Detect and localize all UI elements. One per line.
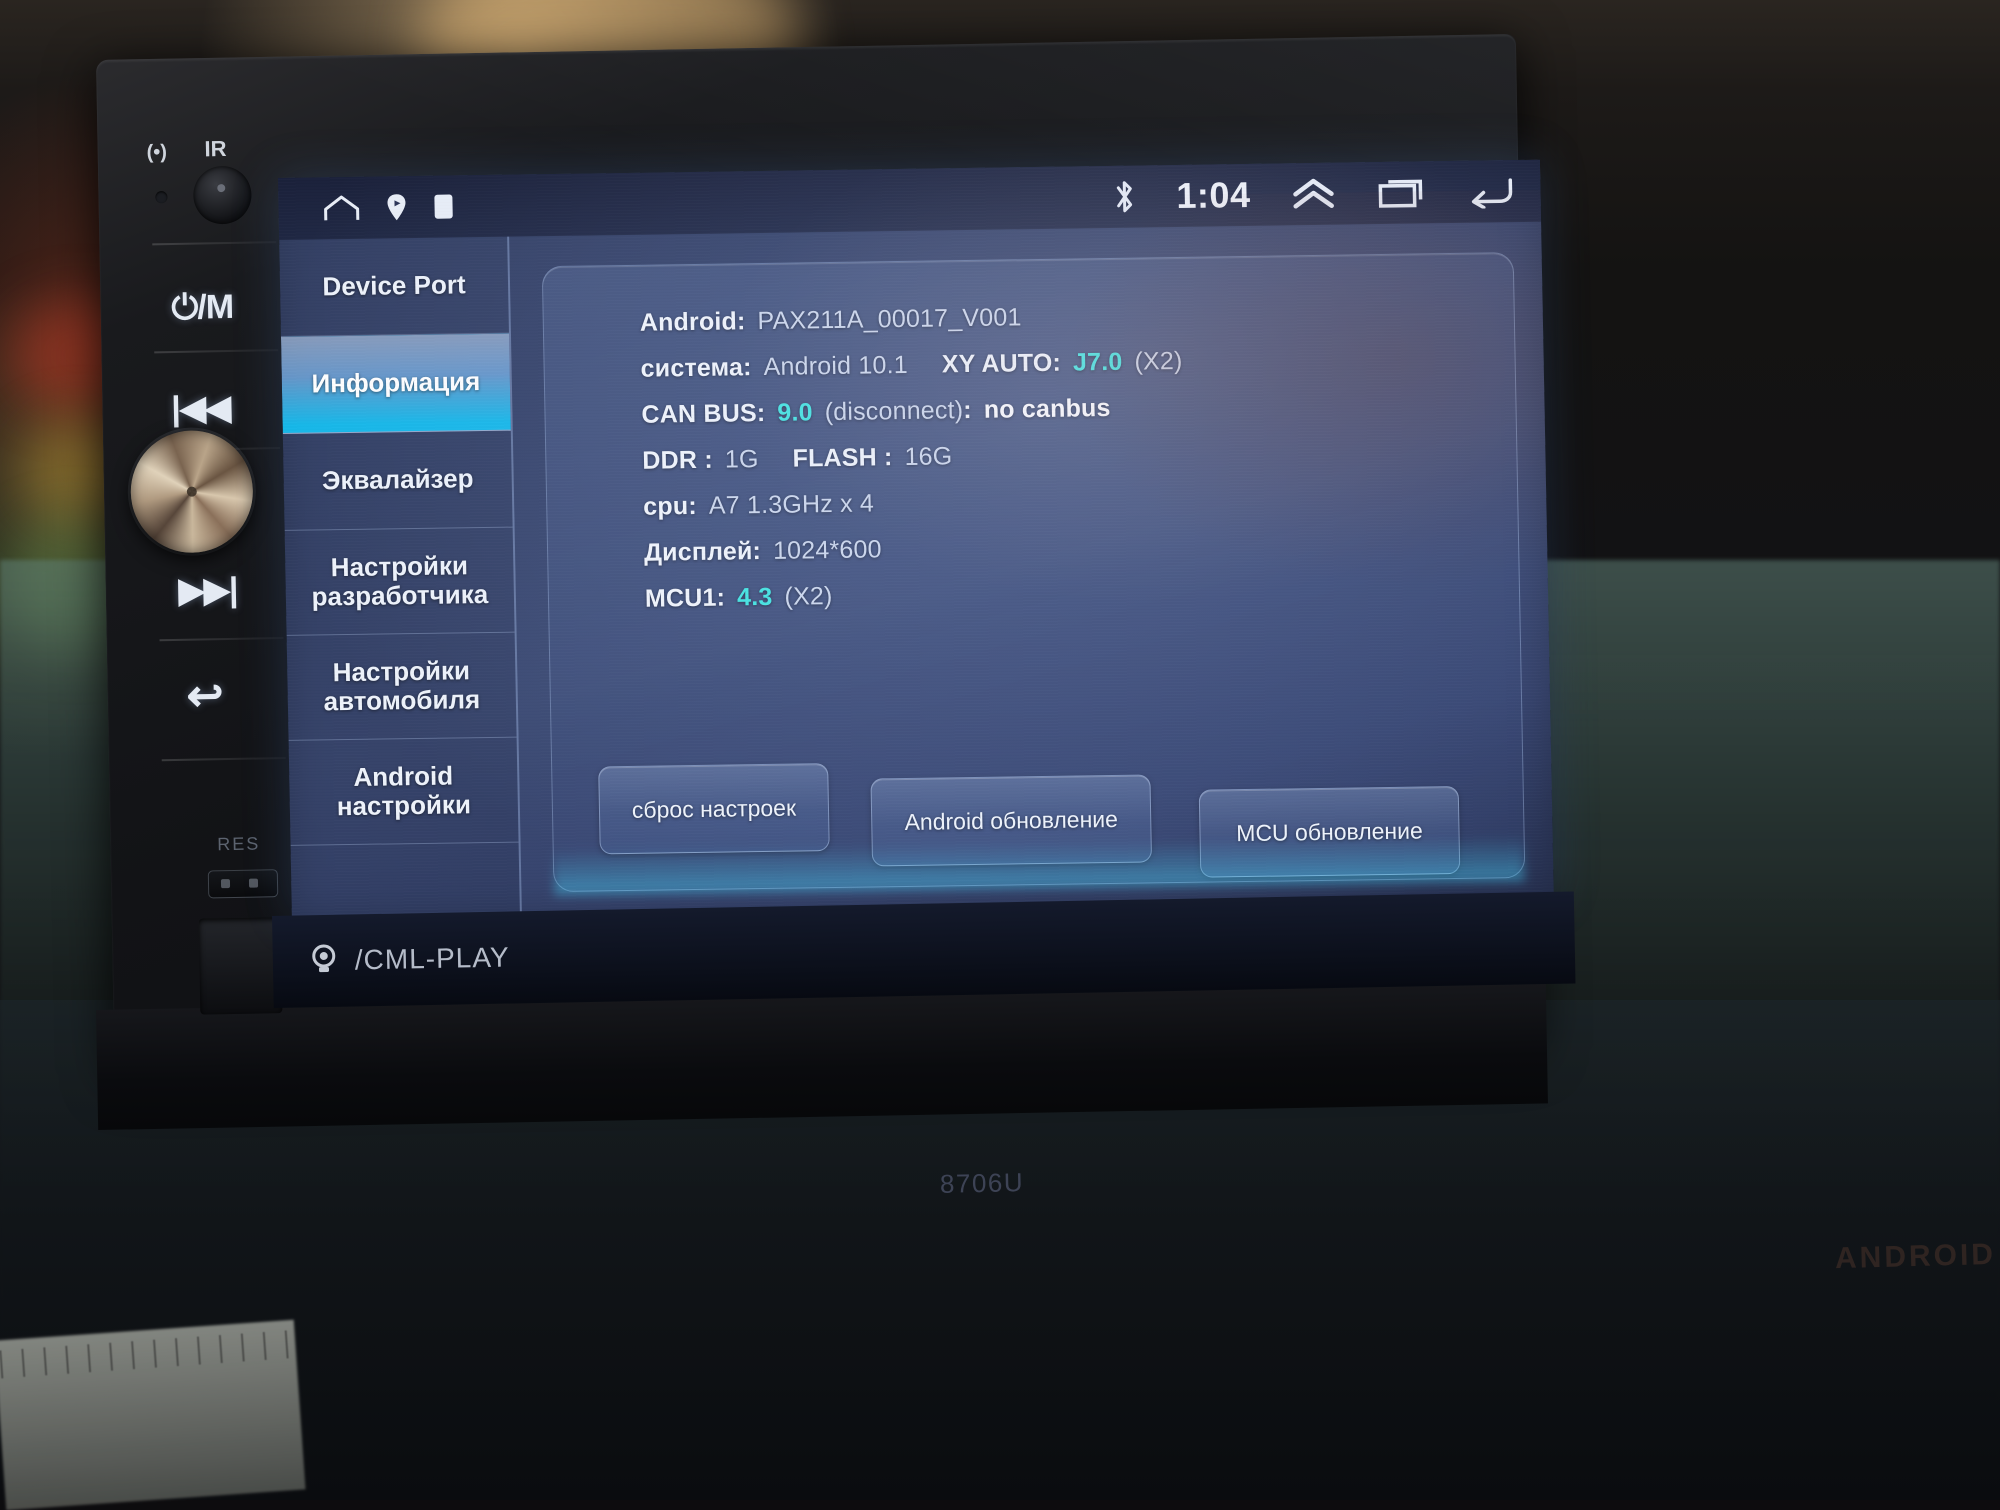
mcu-suffix: (X2)	[784, 581, 833, 611]
sidebar-item-label: Android настройки	[336, 760, 472, 822]
ir-receiver-icon	[192, 165, 252, 225]
next-track-button[interactable]: ▶▶|	[178, 570, 238, 611]
status-bar-clock: 1:04	[1176, 173, 1251, 216]
location-icon[interactable]	[386, 193, 407, 221]
sidebar-item-car-settings[interactable]: Настройки автомобиля	[286, 632, 517, 741]
android-brand-label: ANDROID	[1834, 1237, 1997, 1276]
sim-icon[interactable]	[432, 192, 455, 220]
reset-label: RES	[217, 833, 261, 855]
settings-sidebar: Device Port Информация Эквалайзер Настро…	[279, 236, 522, 918]
display-key: Дисплей:	[643, 536, 762, 567]
status-bar-left	[278, 191, 455, 224]
lcd-screen[interactable]: 1:04 Device Port Информация Эквалайзер Н…	[278, 159, 1554, 918]
back-icon[interactable]	[1466, 174, 1515, 209]
bezel-controls: (•) IR ⏻/M |◀◀ ▶▶| ↩ RES	[116, 117, 303, 1050]
bezel-divider	[161, 756, 286, 762]
mcu-key: MCU1:	[644, 583, 726, 613]
sidebar-item-developer-settings[interactable]: Настройки разработчика	[284, 527, 515, 636]
cpu-key: cpu:	[642, 491, 698, 521]
canbus-detail: no canbus	[983, 393, 1111, 424]
chevron-up-icon[interactable]	[1290, 177, 1337, 212]
sidebar-item-android-settings[interactable]: Android настройки	[288, 737, 519, 846]
information-pane: Android: PAX211A_00017_V001 система: And…	[509, 221, 1554, 915]
canbus-state: (disconnect)	[824, 395, 964, 426]
flash-key: FLASH :	[792, 442, 893, 473]
remote-led	[155, 191, 168, 204]
bezel-divider	[159, 637, 284, 642]
sidebar-item-label: Настройки автомобиля	[323, 655, 481, 717]
canbus-key: CAN BUS:	[641, 398, 766, 429]
android-value: PAX211A_00017_V001	[757, 302, 1022, 335]
recents-icon[interactable]	[1376, 175, 1427, 210]
information-list: Android: PAX211A_00017_V001 система: And…	[639, 287, 1499, 621]
sidebar-item-label: Настройки разработчика	[311, 550, 489, 612]
power-mode-button[interactable]: ⏻/M	[171, 288, 233, 328]
sidebar-item-equalizer[interactable]: Эквалайзер	[282, 430, 513, 531]
model-number-label: 8706U	[939, 1167, 1025, 1199]
xyauto-key: XY AUTO:	[941, 348, 1062, 378]
system-key: система:	[640, 352, 752, 383]
cpu-value: A7 1.3GHz x 4	[708, 488, 875, 520]
system-value: Android 10.1	[763, 350, 909, 381]
previous-track-button[interactable]: |◀◀	[171, 388, 231, 429]
canbus-value: 9.0	[777, 397, 813, 427]
ddr-key: DDR :	[642, 445, 714, 475]
back-button[interactable]: ↩	[186, 670, 223, 722]
mcu-update-button[interactable]: MCU обновление	[1198, 785, 1461, 878]
reset-settings-button[interactable]: сброс настроек	[598, 763, 830, 855]
action-buttons: сброс настроек Android обновление MCU об…	[598, 760, 1486, 878]
sidebar-item-label: Информация	[311, 366, 481, 399]
sidebar-item-label: Эквалайзер	[321, 463, 474, 496]
volume-knob[interactable]	[129, 429, 254, 554]
card-slot[interactable]	[198, 917, 283, 1015]
sidebar-item-label: Device Port	[322, 269, 466, 302]
flash-value: 16G	[904, 441, 953, 471]
mcu-value: 4.3	[736, 582, 773, 611]
information-card: Android: PAX211A_00017_V001 система: And…	[541, 252, 1526, 896]
sidebar-item-information[interactable]: Информация	[280, 333, 511, 434]
xyauto-suffix: (X2)	[1134, 346, 1183, 376]
xyauto-value: J7.0	[1072, 347, 1123, 376]
android-key: Android:	[639, 306, 746, 337]
camera-icon	[306, 941, 341, 981]
bluetooth-icon[interactable]	[1112, 178, 1137, 216]
status-bar-right: 1:04	[1112, 170, 1541, 218]
canbus-colon: :	[962, 395, 973, 424]
sidebar-item-device-port[interactable]: Device Port	[279, 236, 509, 337]
bezel-divider	[154, 349, 279, 354]
reset-pinhole[interactable]	[207, 869, 279, 899]
source-label: /CML-PLAY	[354, 941, 510, 976]
android-update-button[interactable]: Android обновление	[870, 774, 1153, 867]
home-icon[interactable]	[322, 193, 361, 224]
remote-sensor-label: (•)	[146, 141, 168, 164]
display-value: 1024*600	[772, 534, 882, 565]
settings-content: Device Port Информация Эквалайзер Настро…	[279, 221, 1554, 918]
ddr-value: 1G	[724, 444, 759, 474]
ir-label: IR	[204, 135, 227, 162]
bezel-divider	[152, 241, 277, 246]
